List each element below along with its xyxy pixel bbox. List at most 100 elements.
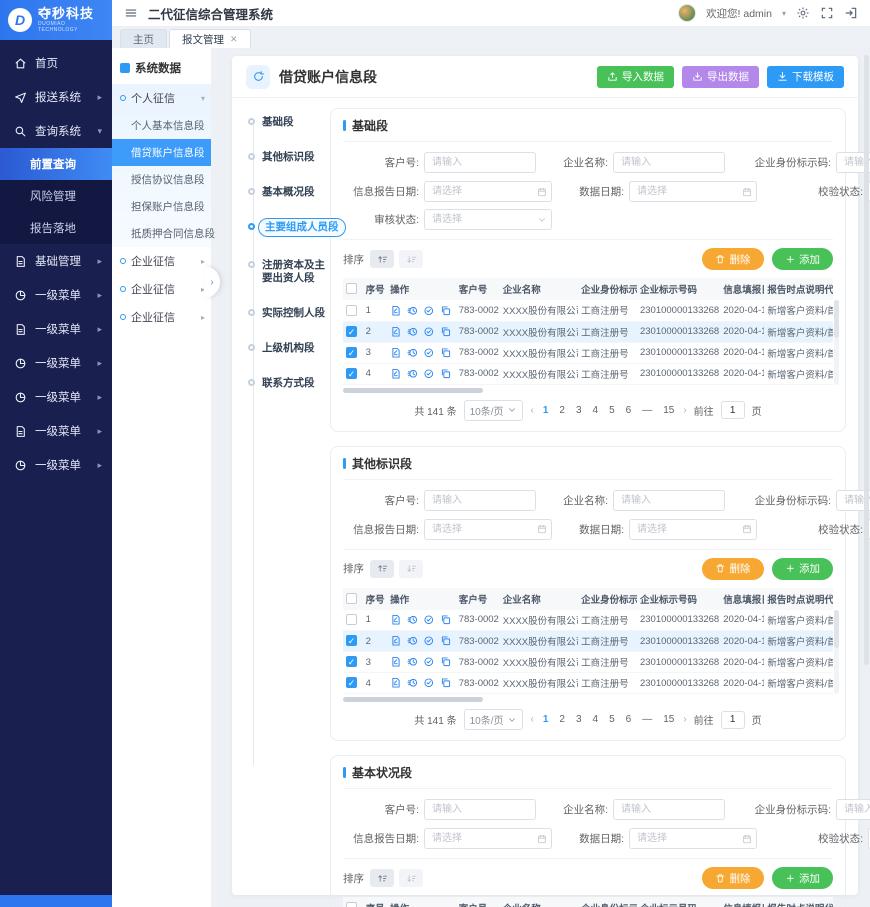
check-circle-icon[interactable] (423, 677, 435, 689)
page-number-3[interactable]: 3 (574, 714, 584, 725)
row-checkbox[interactable] (346, 326, 357, 337)
table-row[interactable]: 1 783-0002 XXXX股份有限公司 工商注册号 230100000133… (343, 610, 833, 631)
page-number-6[interactable]: 6 (624, 714, 634, 725)
sidebar-item-0[interactable]: 首页 (0, 46, 112, 80)
sidebar-item-9[interactable]: 一级菜单▸ (0, 448, 112, 482)
sidebar-item-1[interactable]: 报送系统▸ (0, 80, 112, 114)
copy-icon[interactable] (440, 326, 452, 338)
sidebar-subitem-前置查询[interactable]: 前置查询 (0, 148, 112, 180)
tree-group-0[interactable]: 个人征信▾ (112, 84, 211, 112)
select-all-checkbox[interactable] (346, 283, 357, 294)
sidebar-item-2[interactable]: 查询系统▾ (0, 114, 112, 148)
field-input-date[interactable] (424, 181, 552, 202)
tab-0[interactable]: 主页 (120, 29, 167, 48)
tree-item-抵质押合同信息段[interactable]: 抵质押合同信息段 (112, 220, 211, 247)
sort-asc-button[interactable] (370, 250, 394, 268)
field-input-date[interactable] (629, 181, 757, 202)
copy-icon[interactable] (440, 368, 452, 380)
edit-file-icon[interactable] (390, 677, 402, 689)
fullscreen-icon[interactable] (820, 6, 834, 20)
table-row[interactable]: 4 783-0002 XXXX股份有限公司 工商注册号 230100000133… (343, 673, 833, 694)
anchor-item-6[interactable]: 上级机构段 (248, 342, 330, 355)
field-input-date[interactable] (424, 519, 552, 540)
field-input-date[interactable] (424, 828, 552, 849)
history-icon[interactable] (407, 635, 419, 647)
field-input-date[interactable] (629, 519, 757, 540)
tree-group-2[interactable]: 企业征信▸ (112, 275, 211, 303)
sort-asc-button[interactable] (370, 560, 394, 578)
table-row[interactable]: 3 783-0002 XXXX股份有限公司 工商注册号 230100000133… (343, 652, 833, 673)
history-icon[interactable] (407, 326, 419, 338)
table-row[interactable]: 3 783-0002 XXXX股份有限公司 工商注册号 230100000133… (343, 342, 833, 363)
table-row[interactable]: 4 783-0002 XXXX股份有限公司 工商注册号 230100000133… (343, 363, 833, 384)
check-circle-icon[interactable] (423, 305, 435, 317)
tree-group-1[interactable]: 企业征信▸ (112, 247, 211, 275)
field-input-text[interactable] (424, 152, 536, 173)
next-page-arrow[interactable]: › (683, 405, 686, 416)
check-circle-icon[interactable] (423, 347, 435, 359)
copy-icon[interactable] (440, 305, 452, 317)
history-icon[interactable] (407, 614, 419, 626)
sidebar-item-6[interactable]: 一级菜单▸ (0, 346, 112, 380)
next-page-arrow[interactable]: › (683, 714, 686, 725)
sidebar-item-4[interactable]: 一级菜单▸ (0, 278, 112, 312)
copy-icon[interactable] (440, 614, 452, 626)
page-number-3[interactable]: 3 (574, 405, 584, 416)
tree-item-借贷账户信息段[interactable]: 借贷账户信息段 (112, 139, 211, 166)
page-number-5[interactable]: 5 (607, 714, 617, 725)
sidebar-subitem-风险管理[interactable]: 风险管理 (0, 180, 112, 212)
sidebar-subitem-报告落地[interactable]: 报告落地 (0, 212, 112, 244)
history-icon[interactable] (407, 368, 419, 380)
copy-icon[interactable] (440, 656, 452, 668)
prev-page-arrow[interactable]: ‹ (530, 405, 533, 416)
page-number-2[interactable]: 2 (557, 714, 567, 725)
page-number-1[interactable]: 1 (541, 405, 551, 416)
field-input-date[interactable] (629, 828, 757, 849)
edit-file-icon[interactable] (390, 347, 402, 359)
tree-item-担保账户信息段[interactable]: 担保账户信息段 (112, 193, 211, 220)
edit-file-icon[interactable] (390, 368, 402, 380)
header-button-0[interactable]: 导入数据 (597, 66, 674, 88)
page-number-4[interactable]: 4 (591, 405, 601, 416)
select-all-checkbox[interactable] (346, 902, 357, 907)
header-button-2[interactable]: 下载模板 (767, 66, 844, 88)
sort-desc-button[interactable] (399, 869, 423, 887)
anchor-item-4[interactable]: 注册资本及主要出资人段 (248, 259, 330, 285)
anchor-item-3[interactable]: 主要组成人员段 (248, 221, 330, 237)
edit-file-icon[interactable] (390, 326, 402, 338)
table-row[interactable]: 1 783-0002 XXXX股份有限公司 工商注册号 230100000133… (343, 300, 833, 321)
row-checkbox[interactable] (346, 614, 357, 625)
sort-desc-button[interactable] (399, 250, 423, 268)
table-vertical-scrollbar[interactable] (834, 300, 839, 385)
sidebar-item-8[interactable]: 一级菜单▸ (0, 414, 112, 448)
edit-file-icon[interactable] (390, 656, 402, 668)
page-number-1[interactable]: 1 (541, 714, 551, 725)
avatar[interactable] (678, 4, 696, 22)
header-button-1[interactable]: 导出数据 (682, 66, 759, 88)
tree-group-3[interactable]: 企业征信▸ (112, 303, 211, 331)
edit-file-icon[interactable] (390, 635, 402, 647)
field-input-text[interactable] (613, 490, 725, 511)
tree-item-授信协议信息段[interactable]: 授信协议信息段 (112, 166, 211, 193)
delete-button[interactable]: 删除 (702, 248, 764, 270)
table-horizontal-scrollbar[interactable] (343, 697, 483, 702)
page-number-2[interactable]: 2 (557, 405, 567, 416)
delete-button[interactable]: 删除 (702, 558, 764, 580)
add-button[interactable]: 添加 (772, 867, 834, 889)
field-input-select[interactable] (424, 209, 552, 230)
logout-icon[interactable] (844, 6, 858, 20)
add-button[interactable]: 添加 (772, 248, 834, 270)
check-circle-icon[interactable] (423, 326, 435, 338)
tab-1[interactable]: 报文管理✕ (169, 29, 251, 48)
gear-icon[interactable] (796, 6, 810, 20)
sidebar-item-3[interactable]: 基础管理▸ (0, 244, 112, 278)
field-input-text[interactable] (424, 799, 536, 820)
prev-page-arrow[interactable]: ‹ (530, 714, 533, 725)
row-checkbox[interactable] (346, 677, 357, 688)
page-size-select[interactable]: 10条/页 (464, 709, 524, 730)
table-horizontal-scrollbar[interactable] (343, 388, 483, 393)
anchor-item-7[interactable]: 联系方式段 (248, 377, 330, 390)
sidebar-item-7[interactable]: 一级菜单▸ (0, 380, 112, 414)
anchor-item-2[interactable]: 基本概况段 (248, 186, 330, 199)
sort-asc-button[interactable] (370, 869, 394, 887)
